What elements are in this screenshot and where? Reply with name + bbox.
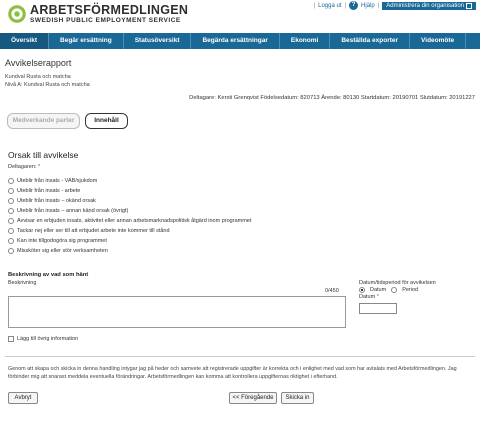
required-marker: * (376, 294, 379, 300)
date-type-row: Datum Period (359, 287, 436, 293)
logo-subtitle: SWEDISH PUBLIC EMPLOYMENT SERVICE (30, 17, 181, 24)
participant-meta: Deltagare: Kersti Grenqvist Födelsedatum… (189, 95, 475, 101)
radio-button[interactable] (8, 188, 14, 194)
radio-button[interactable] (8, 208, 14, 214)
reason-option[interactable]: Uteblir från insats - arbete (8, 186, 251, 196)
reason-option[interactable]: Uteblir från insats - VAB/sjukdom (8, 176, 251, 186)
reason-option[interactable]: Kan inte tillgodogöra sig programmet (8, 236, 251, 246)
nav-videomote[interactable]: Videomöte (410, 33, 467, 49)
date-period-title: Datum/tidsperiod för avvikelsen (359, 280, 436, 286)
top-links: | Logga ut | ? Hjälp | Administrera din … (314, 1, 476, 10)
description-label: Beskrivning (8, 280, 37, 286)
radio-button[interactable] (8, 178, 14, 184)
date-period-box: Datum/tidsperiod för avvikelsen Datum Pe… (359, 280, 436, 300)
help-link[interactable]: Hjälp (361, 3, 375, 9)
tab-medverkande-parter: Medverkande parter (7, 113, 80, 129)
reason-option-label: Uteblir från insats - VAB/sjukdom (17, 178, 98, 184)
period-radio[interactable] (391, 287, 398, 293)
header: ARBETSFÖRMEDLINGEN SWEDISH PUBLIC EMPLOY… (0, 0, 480, 33)
date-field-label: Datum * (359, 294, 436, 300)
section-title-reason: Orsak till avvikelse (8, 150, 79, 160)
nav-begar-ersattning[interactable]: Begär ersättning (49, 33, 124, 49)
nav-bestallda-exporter[interactable]: Beställda exporter (330, 33, 411, 49)
deltagaren-label-text: Deltagaren: (8, 164, 37, 170)
tab-innehall[interactable]: Innehåll (85, 113, 128, 129)
reason-option-label: Uteblir från insats – annan känd orsak (… (17, 208, 129, 214)
disclaimer-text: Genom att skapa och skicka in denna hand… (8, 366, 457, 380)
reason-option-label: Tackar nej eller ser till att erbjudet a… (17, 228, 170, 234)
admin-button-label: Administrera din organisation (386, 2, 464, 9)
radio-button[interactable] (8, 198, 14, 204)
reason-option[interactable]: Uteblir från insats – annan känd orsak (… (8, 206, 251, 216)
date-input[interactable] (359, 303, 397, 314)
date-field-label-text: Datum (359, 294, 376, 300)
radio-button[interactable] (8, 228, 14, 234)
admin-button[interactable]: Administrera din organisation (382, 1, 476, 10)
page-title: Avvikelserapport (5, 58, 72, 68)
deltagaren-label: Deltagaren: * (8, 164, 40, 170)
radio-button[interactable] (8, 238, 14, 244)
radio-button[interactable] (8, 218, 14, 224)
divider (5, 356, 475, 357)
help-icon[interactable]: ? (349, 1, 359, 10)
period-radio-label: Period (402, 287, 419, 293)
required-marker: * (37, 164, 41, 170)
add-info-label: Lägg till övrig information (17, 336, 79, 342)
reason-option[interactable]: Avvisar en erbjuden insats, aktivitet el… (8, 216, 251, 226)
logout-link[interactable]: Logga ut (318, 3, 341, 9)
reason-option[interactable]: Uteblir från insats – okänd orsak (8, 196, 251, 206)
reason-option[interactable]: Tackar nej eller ser till att erbjudet a… (8, 226, 251, 236)
description-title: Beskrivning av vad som hänt (8, 272, 89, 278)
previous-button[interactable]: << Föregående (229, 392, 277, 404)
abort-button[interactable]: Avbryt (8, 392, 38, 404)
reason-option-label: Uteblir från insats – okänd orsak (17, 198, 96, 204)
logo-title: ARBETSFÖRMEDLINGEN (30, 3, 189, 17)
nav-begarda-ersattningar[interactable]: Begärda ersättningar (191, 33, 280, 49)
nav-ekonomi[interactable]: Ekonomi (280, 33, 331, 49)
reason-radio-list: Uteblir från insats - VAB/sjukdom Utebli… (8, 176, 251, 256)
reason-option[interactable]: Missköter sig eller stör verksamheten (8, 246, 251, 256)
org-line-2: Nivå A: Kundval Rusta och matcha (5, 82, 90, 88)
date-radio-label: Datum (370, 287, 387, 293)
add-info-checkbox[interactable] (8, 336, 14, 342)
reason-option-label: Uteblir från insats - arbete (17, 188, 81, 194)
date-radio[interactable] (359, 287, 365, 293)
radio-button[interactable] (8, 248, 14, 254)
separator: | (377, 2, 380, 9)
separator: | (344, 2, 347, 9)
nav-statusoversikt[interactable]: Statusöversikt (124, 33, 192, 49)
add-info-row[interactable]: Lägg till övrig information (8, 336, 78, 342)
send-button[interactable]: Skicka in (281, 392, 314, 404)
external-link-icon (466, 2, 472, 9)
reason-option-label: Missköter sig eller stör verksamheten (17, 248, 108, 254)
main-nav: Översikt Begär ersättning Statusöversikt… (0, 33, 480, 49)
org-line-1: Kundval Rusta och matcha (5, 74, 71, 80)
reason-option-label: Kan inte tillgodogöra sig programmet (17, 238, 107, 244)
separator: | (313, 2, 316, 9)
character-counter: 0/450 (325, 288, 339, 294)
reason-option-label: Avvisar en erbjuden insats, aktivitet el… (17, 218, 252, 224)
arbetsformedlingen-logo-icon (8, 5, 26, 23)
nav-oversikt[interactable]: Översikt (0, 33, 50, 49)
description-textarea[interactable] (8, 296, 346, 328)
